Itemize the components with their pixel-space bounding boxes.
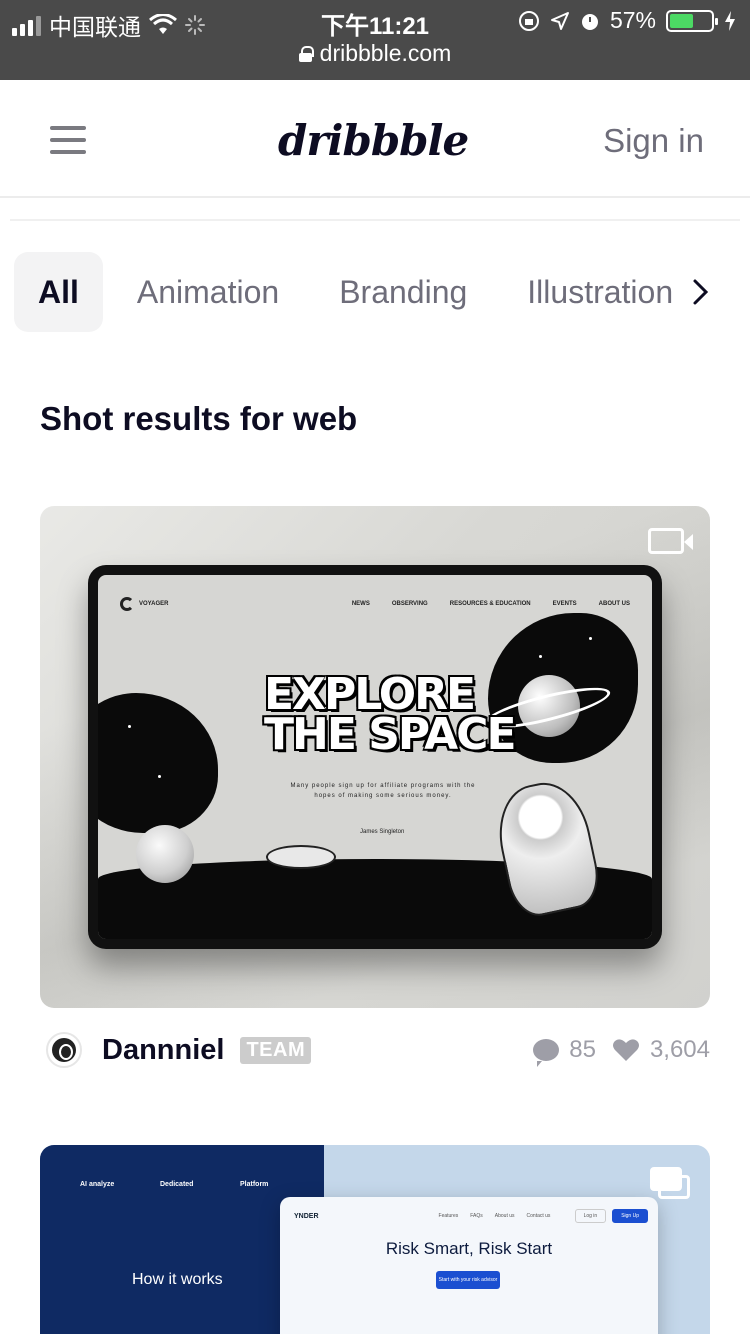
hamburger-menu-icon[interactable] [50,126,86,154]
voyager-logo-icon [120,597,134,611]
preview-ufo [266,845,336,869]
likes-count: 3,604 [649,1036,710,1063]
preview-nav-links: NEWS OBSERVING RESOURCES & EDUCATION EVE… [352,601,630,607]
lock-icon [298,45,314,62]
rotation-lock-icon [518,10,539,31]
preview-headline: EXPLORE THE SPACE [264,673,517,760]
preview-nav-item: About us [494,1213,515,1219]
preview-nav-item: EVENTS [552,601,577,607]
preview-column-title: Platform [240,1181,269,1188]
url-bar[interactable]: dribbble.com [0,40,750,67]
preview-moon [136,825,194,883]
battery-icon [666,9,718,32]
avatar[interactable] [46,1032,82,1068]
likes-stat[interactable]: 3,604 [612,1036,710,1064]
preview-nav: VOYAGER NEWS OBSERVING RESOURCES & EDUCA… [120,597,630,611]
chevron-right-icon[interactable] [692,278,710,306]
battery-percent: 57% [609,7,656,33]
author-name[interactable]: Dannniel [102,1034,224,1067]
preview-column-title: Dedicated [160,1181,194,1188]
dribbble-logo[interactable]: dribbble [278,116,469,165]
preview-star [589,637,592,640]
preview-tagline: Many people sign up for affiliate progra… [290,783,476,799]
preview-login: Log in [574,1209,607,1223]
preview-nav-links: Features FAQs About us Contact us [439,1213,551,1219]
preview-headline: Risk Smart, Risk Start [385,1239,553,1258]
page-title: Shot results for web [40,400,358,437]
tab-animation[interactable]: Animation [113,252,303,332]
preview-star [128,725,131,728]
status-bar: 中国联通 下午11:21 57% dribbble.com [0,0,750,80]
tab-illustration[interactable]: Illustration [503,252,673,332]
shot-meta: Dannniel TEAM 85 3,604 [40,1024,710,1076]
shot-stats: 85 3,604 [533,1036,710,1067]
site-header: dribbble Sign in [0,80,750,198]
preview-cta: Start with your risk advisor [436,1271,500,1289]
preview-screen: VOYAGER NEWS OBSERVING RESOURCES & EDUCA… [98,575,652,939]
multi-shot-icon [650,1167,690,1199]
comments-count: 85 [569,1036,596,1063]
preview-auth-buttons: Log in Sign Up [574,1209,648,1223]
location-icon [550,11,569,30]
url-text: dribbble.com [319,40,452,66]
status-right: 57% [518,7,736,34]
preview-column-title: AI analyze [80,1181,115,1188]
shot-card[interactable]: VOYAGER NEWS OBSERVING RESOURCES & EDUCA… [40,506,710,1008]
comment-icon [533,1039,560,1067]
preview-card: YNDER Features FAQs About us Contact us … [280,1197,658,1334]
charging-icon [725,10,735,31]
preview-column: Dedicated [160,1181,193,1194]
preview-nav-item: Contact us [526,1213,551,1219]
tab-all[interactable]: All [14,252,103,332]
sign-in-link[interactable]: Sign in [603,122,704,160]
preview-column: AI analyze [80,1181,114,1194]
preview-byline: James Singleton [360,829,405,835]
preview-nav-item: Features [438,1213,459,1219]
preview-nav-item: ABOUT US [598,601,630,607]
preview-star [539,655,542,658]
preview-brand-name: YNDER [294,1212,319,1220]
divider [10,219,740,221]
preview-nav-item: OBSERVING [391,601,428,607]
video-icon [648,528,693,554]
preview-signup: Sign Up [612,1209,648,1223]
tab-branding[interactable]: Branding [315,252,491,332]
preview-column: Platform [240,1181,268,1194]
heart-icon [612,1039,639,1061]
preview-star [158,775,161,778]
preview-headline-2: THE SPACE [264,709,517,760]
alarm-icon [581,13,598,30]
preview-nav: YNDER Features FAQs About us Contact us … [294,1209,648,1223]
preview-brand-name: VOYAGER [139,601,169,607]
preview-brand: VOYAGER [120,597,168,611]
preview-nav-item: NEWS [351,601,370,607]
preview-nav-item: RESOURCES & EDUCATION [449,601,531,607]
shot-card[interactable]: AI analyze Dedicated Platform How it wor… [40,1145,710,1334]
team-badge: TEAM [240,1036,312,1064]
preview-blob [98,693,218,833]
preview-left-heading: How it works [132,1271,223,1288]
comments-stat[interactable]: 85 [533,1036,596,1067]
shot-thumbnail: VOYAGER NEWS OBSERVING RESOURCES & EDUCA… [88,565,662,949]
preview-nav-item: FAQs [470,1213,483,1219]
category-tabs: All Animation Branding Illustration [14,252,750,332]
